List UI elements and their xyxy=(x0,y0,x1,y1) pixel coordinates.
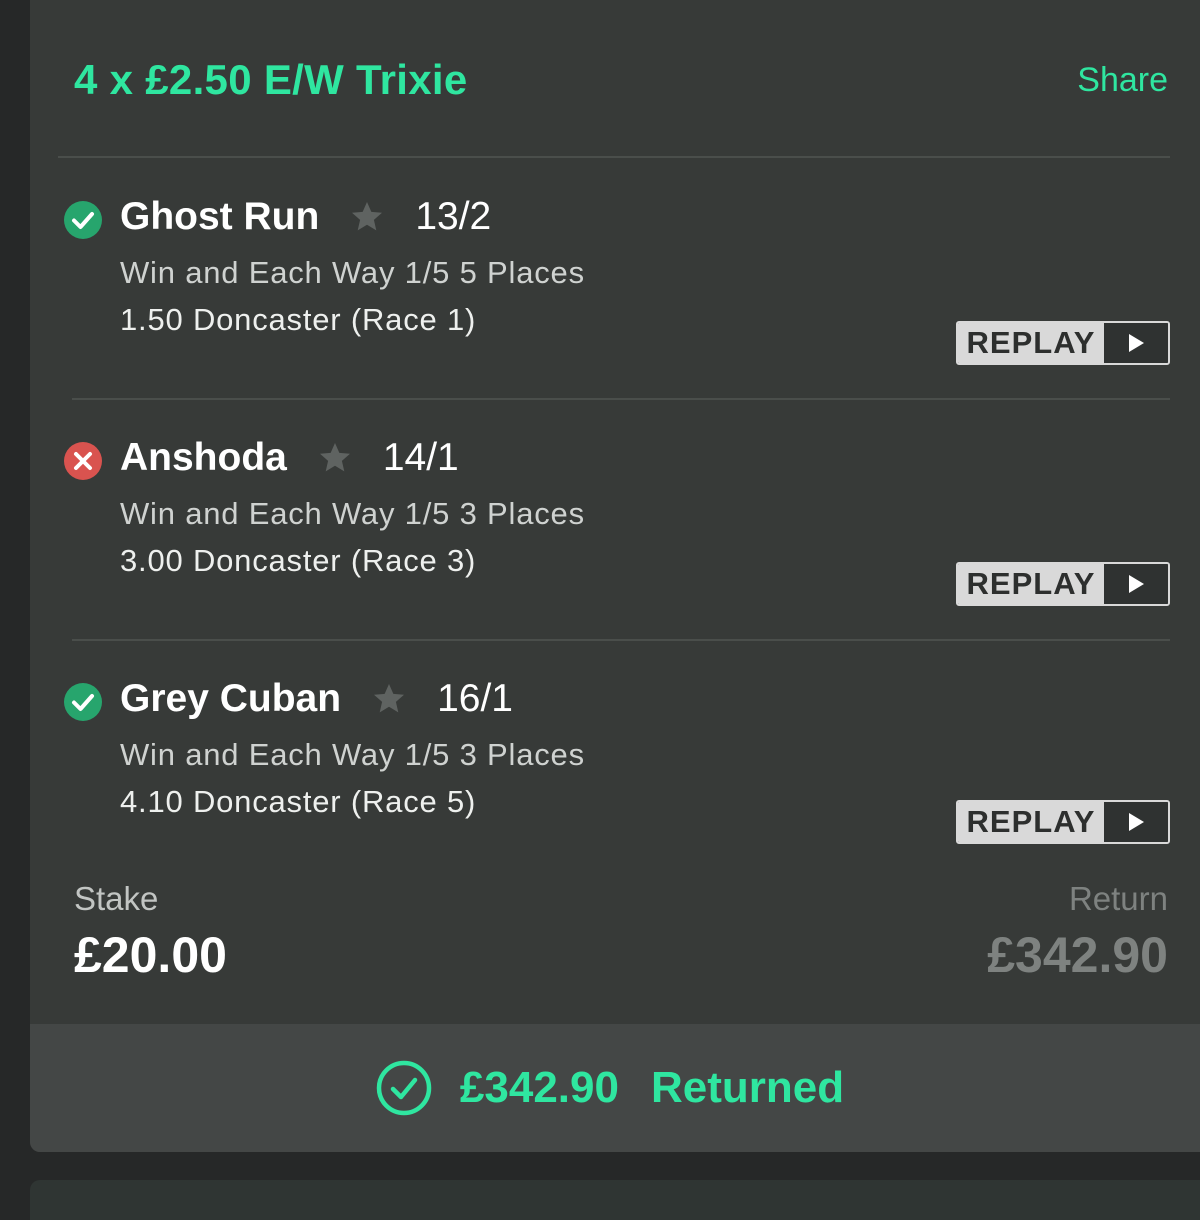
selection-row: Grey Cuban 16/1 Win and Each Way 1/5 3 P… xyxy=(30,640,1200,880)
returned-amount: £342.90 xyxy=(459,1063,619,1112)
replay-button[interactable]: REPLAY xyxy=(956,562,1170,606)
check-circle-icon xyxy=(64,683,102,721)
race-info: 4.10 Doncaster (Race 5) xyxy=(120,784,477,819)
return-value: £342.90 xyxy=(987,927,1168,983)
market-description: Win and Each Way 1/5 3 Places xyxy=(120,737,585,772)
star-icon[interactable] xyxy=(371,681,407,717)
stake-label: Stake xyxy=(74,880,159,917)
replay-label: REPLAY xyxy=(958,564,1104,604)
star-icon[interactable] xyxy=(317,440,353,476)
play-icon xyxy=(1104,802,1168,842)
odds: 14/1 xyxy=(382,436,459,479)
bet-header: 4 x £2.50 E/W Trixie Share xyxy=(30,0,1200,157)
share-button[interactable]: Share xyxy=(1077,61,1168,100)
selection-heading: Anshoda 14/1 xyxy=(120,436,459,480)
star-icon[interactable] xyxy=(349,199,385,235)
check-circle-icon xyxy=(64,201,102,239)
selection-row: Ghost Run 13/2 Win and Each Way 1/5 5 Pl… xyxy=(30,157,1200,397)
horse-name: Ghost Run xyxy=(120,195,320,238)
replay-label: REPLAY xyxy=(958,323,1104,363)
selection-heading: Grey Cuban 16/1 xyxy=(120,677,513,721)
selection-row: Anshoda 14/1 Win and Each Way 1/5 3 Plac… xyxy=(30,399,1200,639)
cross-circle-icon xyxy=(64,442,102,480)
selection-heading: Ghost Run 13/2 xyxy=(120,195,491,239)
bet-title: 4 x £2.50 E/W Trixie xyxy=(74,56,468,103)
returned-label: Returned xyxy=(650,1063,845,1112)
horse-name: Grey Cuban xyxy=(120,677,342,720)
next-bet-card xyxy=(30,1180,1200,1220)
race-info: 3.00 Doncaster (Race 3) xyxy=(120,543,477,578)
market-description: Win and Each Way 1/5 3 Places xyxy=(120,496,585,531)
market-description: Win and Each Way 1/5 5 Places xyxy=(120,255,585,290)
replay-button[interactable]: REPLAY xyxy=(956,321,1170,365)
replay-label: REPLAY xyxy=(958,802,1104,842)
bet-card: 4 x £2.50 E/W Trixie Share Ghost Run 13/… xyxy=(30,0,1200,1152)
horse-name: Anshoda xyxy=(120,436,287,479)
replay-button[interactable]: REPLAY xyxy=(956,800,1170,844)
return-label: Return xyxy=(1068,880,1168,917)
check-circle-outline-icon xyxy=(376,1060,432,1116)
stake-value: £20.00 xyxy=(74,927,227,983)
odds: 13/2 xyxy=(415,195,492,238)
race-info: 1.50 Doncaster (Race 1) xyxy=(120,302,477,337)
returned-banner: £342.90 Returned xyxy=(30,1024,1200,1152)
play-icon xyxy=(1104,323,1168,363)
odds: 16/1 xyxy=(437,677,513,720)
play-icon xyxy=(1104,564,1168,604)
